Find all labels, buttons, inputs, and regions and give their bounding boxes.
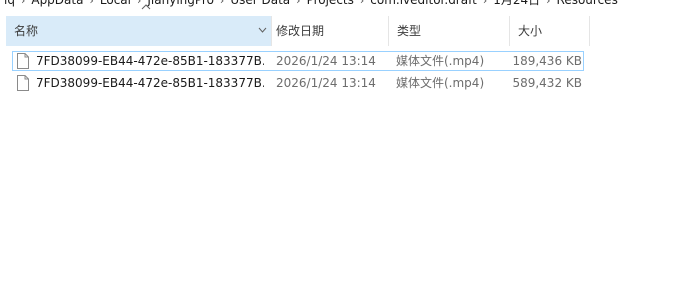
column-header-date[interactable]: 修改日期 <box>268 16 389 46</box>
file-type: 媒体文件(.mp4) <box>396 54 485 68</box>
column-header-name[interactable]: 名称 <box>6 4 272 46</box>
column-header-label: 类型 <box>397 24 422 38</box>
file-name: 7FD38099-EB44-472e-85B1-183377B... <box>36 76 264 90</box>
chevron-down-icon[interactable] <box>257 16 267 46</box>
file-size: 589,432 KB <box>512 76 582 90</box>
breadcrumb-item[interactable]: com.lveditor.draft <box>366 0 481 9</box>
column-header-label: 修改日期 <box>276 24 325 38</box>
breadcrumb-item[interactable]: AppData <box>27 0 87 9</box>
breadcrumb-item[interactable]: Projects <box>303 0 358 9</box>
file-size: 189,436 KB <box>512 54 582 68</box>
breadcrumb-item[interactable]: iq <box>0 0 19 9</box>
column-header-label: 名称 <box>14 24 39 38</box>
chevron-right-icon: › <box>20 0 26 7</box>
breadcrumb: iq › AppData › Local › JianyingPro › User Data › P… <box>0 0 682 9</box>
column-header-label: 大小 <box>518 24 543 38</box>
column-header-type[interactable]: 类型 <box>389 16 510 46</box>
breadcrumb-item[interactable]: Resources <box>553 0 622 9</box>
column-header-size[interactable]: 大小 <box>510 16 590 46</box>
file-name: 7FD38099-EB44-472e-85B1-183377B... <box>36 54 264 68</box>
chevron-right-icon: › <box>482 0 488 7</box>
chevron-right-icon: › <box>359 0 365 7</box>
file-type: 媒体文件(.mp4) <box>396 76 485 90</box>
breadcrumb-item[interactable]: Local <box>96 0 135 9</box>
file-modified-date: 2026/1/24 13:14 <box>276 54 376 68</box>
file-explorer-window: iq › AppData › Local › JianyingPro › User Data › P… <box>0 0 682 281</box>
breadcrumb-item[interactable]: 1月24日 <box>489 0 544 9</box>
sort-ascending-icon <box>141 3 151 13</box>
chevron-right-icon: › <box>546 0 551 7</box>
chevron-right-icon: › <box>219 0 225 7</box>
breadcrumb-item[interactable]: User Data <box>226 0 294 9</box>
file-icon <box>17 53 29 69</box>
file-icon <box>17 75 29 91</box>
breadcrumb-item[interactable]: JianyingPro <box>143 0 218 9</box>
file-row[interactable]: 7FD38099-EB44-472e-85B1-183377B... 2026/… <box>0 72 682 94</box>
chevron-right-icon: › <box>296 0 301 7</box>
chevron-right-icon: › <box>89 0 94 7</box>
file-modified-date: 2026/1/24 13:14 <box>276 76 376 90</box>
file-row[interactable]: 7FD38099-EB44-472e-85B1-183377B... 2026/… <box>0 50 682 72</box>
file-list: 7FD38099-EB44-472e-85B1-183377B... 2026/… <box>0 50 682 94</box>
column-header-row: 名称 修改日期 类型 大小 <box>0 4 682 46</box>
